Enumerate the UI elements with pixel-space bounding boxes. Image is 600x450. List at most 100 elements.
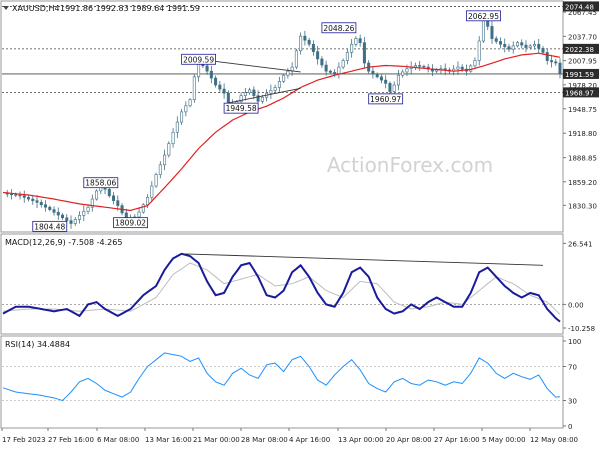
- price-tick-label: 1859.20: [568, 179, 597, 187]
- candle-body: [541, 48, 545, 53]
- candle-body: [248, 89, 252, 94]
- rsi-panel-frame: [0, 335, 564, 429]
- candle-body: [473, 60, 477, 67]
- price-trendline: [228, 87, 301, 104]
- price-label-text: 1809.02: [115, 219, 146, 228]
- macd-title: MACD(12,26,9) -7.508 -4.265: [5, 238, 122, 247]
- candle-body: [558, 62, 562, 75]
- candle-body: [243, 92, 247, 96]
- price-label-text: 1960.97: [370, 95, 401, 104]
- price-label-text: 2048.26: [323, 24, 354, 33]
- candle-body: [95, 190, 99, 200]
- candle-body: [307, 39, 311, 45]
- macd-panel-frame: [0, 233, 564, 335]
- candle-body: [362, 42, 366, 64]
- candle-body: [78, 215, 82, 220]
- price-label-text: 1804.48: [34, 222, 65, 231]
- price-tag-label: 1968.97: [565, 89, 594, 97]
- price-level-labels: 1804.48 1858.06 1809.02 2009.59 1949.58 2048.…: [32, 10, 501, 232]
- price-tick-label: 1918.80: [568, 130, 597, 138]
- candle-body: [498, 41, 502, 45]
- candle-body: [320, 58, 324, 66]
- candle-body: [22, 195, 26, 198]
- candle-body: [456, 66, 460, 70]
- candle-body: [481, 17, 485, 42]
- candle-body: [158, 164, 162, 175]
- macd-tick-label: 0.00: [568, 301, 584, 309]
- candle-body: [341, 60, 345, 68]
- price-tag-label: 1991.59: [565, 71, 594, 79]
- header-symbol: XAUUSD,H4: [12, 4, 60, 13]
- candle-body: [379, 76, 383, 81]
- rsi-tick-label: 100: [568, 338, 581, 346]
- candle-body: [82, 210, 86, 216]
- candle-body: [507, 46, 511, 50]
- candle-body: [209, 70, 213, 79]
- price-candles: [5, 14, 562, 229]
- candle-body: [52, 209, 56, 213]
- macd-trendline: [181, 253, 544, 266]
- candle-body: [175, 121, 179, 133]
- rsi-tick-label: 30: [568, 398, 577, 406]
- candle-body: [345, 52, 349, 61]
- candle-body: [44, 204, 48, 208]
- time-tick-label: 21 Mar 00:00: [193, 436, 240, 444]
- candle-body: [116, 200, 120, 206]
- candle-body: [14, 194, 18, 196]
- price-label-text: 1949.58: [226, 104, 257, 113]
- candle-body: [460, 66, 464, 70]
- candle-body: [61, 214, 65, 219]
- time-tick-label: 17 Feb 2023: [2, 436, 46, 444]
- price-tick-label: 1948.75: [568, 106, 597, 114]
- candle-body: [524, 44, 528, 48]
- candle-body: [69, 220, 73, 224]
- time-tick-label: 12 May 08:00: [530, 436, 578, 444]
- candle-body: [324, 64, 328, 72]
- candle-body: [528, 45, 532, 48]
- candle-body: [286, 70, 290, 76]
- candle-body: [545, 52, 549, 61]
- price-label-text: 2062.95: [468, 12, 499, 21]
- candle-body: [477, 40, 481, 61]
- rsi-title: RSI(14) 34.4884: [5, 340, 70, 349]
- price-tick-label: 1888.85: [568, 155, 597, 163]
- candle-body: [316, 51, 320, 60]
- price-label-text: 1858.06: [85, 179, 116, 188]
- candle-body: [226, 92, 230, 105]
- candle-body: [218, 84, 222, 90]
- candle-body: [418, 65, 422, 67]
- candle-body: [401, 71, 405, 76]
- candle-body: [18, 194, 22, 197]
- candle-body: [396, 74, 400, 86]
- time-tick-label: 27 Feb 16:00: [48, 436, 94, 444]
- rsi-line: [2, 352, 561, 402]
- candle-body: [520, 42, 524, 46]
- candle-body: [31, 198, 35, 201]
- candle-body: [112, 195, 116, 201]
- candle-body: [388, 83, 392, 92]
- candle-body: [392, 84, 396, 92]
- candle-body: [494, 38, 498, 42]
- candle-body: [192, 76, 196, 100]
- candle-body: [180, 111, 184, 123]
- macd-line: [2, 252, 561, 323]
- candle-body: [532, 43, 536, 47]
- watermark-text: ActionForex.com: [327, 153, 493, 177]
- candle-body: [384, 79, 388, 84]
- candle-body: [39, 202, 43, 206]
- candle-body: [10, 193, 14, 196]
- candle-body: [260, 96, 264, 102]
- candle-body: [269, 90, 273, 94]
- candle-body: [358, 38, 362, 43]
- time-tick-label: 4 Apr 16:00: [289, 436, 330, 444]
- candle-body: [137, 211, 141, 218]
- candle-body: [56, 212, 60, 216]
- candle-body: [277, 81, 281, 88]
- candle-body: [222, 88, 226, 94]
- candle-body: [299, 35, 303, 52]
- candle-body: [515, 42, 519, 47]
- candle-body: [282, 74, 286, 82]
- candle-body: [48, 206, 52, 210]
- price-axis-ticks: 2067.452037.702007.951978.201948.751918.…: [563, 9, 597, 210]
- candle-body: [511, 45, 515, 50]
